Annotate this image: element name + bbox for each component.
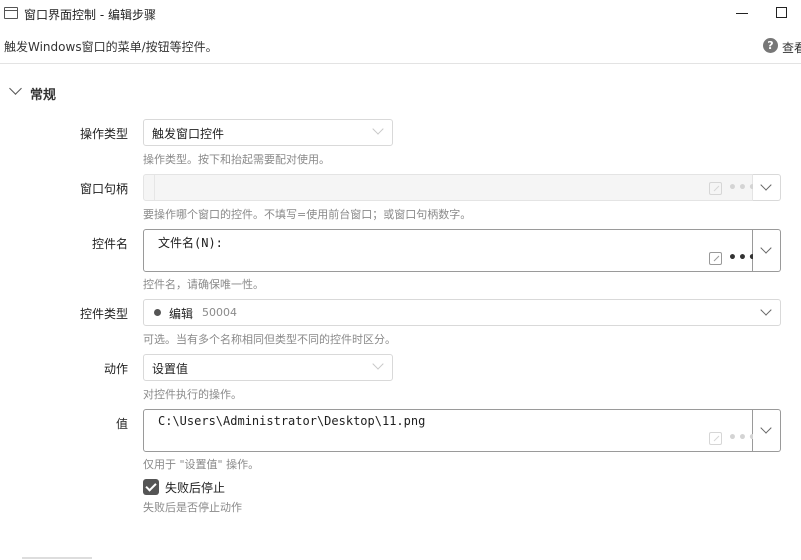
page-description: 触发Windows窗口的菜单/按钮等控件。 [4,40,218,54]
value-input[interactable]: C:\Users\Administrator\Desktop\11.png ••… [143,409,757,452]
chevron-down-icon [760,242,772,254]
window-handle-hint: 要操作哪个窗口的控件。不填写=使用前台窗口；或窗口句柄数字。 [143,208,472,221]
expand-editor-icon[interactable] [709,252,722,265]
expand-editor-icon[interactable] [709,432,722,445]
window-handle-input[interactable]: ••• [143,174,757,201]
control-name-value: 文件名(N): [158,236,223,250]
control-name-hint: 控件名，请确保唯一性。 [143,278,264,291]
operation-type-hint: 操作类型。按下和抬起需要配对使用。 [143,153,330,166]
action-hint: 对控件执行的操作。 [143,388,242,401]
title-bar: 窗口界面控制 - 编辑步骤 [0,0,801,30]
operation-type-value: 触发窗口控件 [152,127,225,141]
value-hint: 仅用于 "设置值" 操作。 [143,458,260,471]
control-name-label: 控件名 [91,237,128,251]
header-divider [0,63,801,64]
control-type-value: 编辑 [169,307,194,321]
input-left-border [154,175,155,200]
action-select[interactable]: 设置值 [143,354,393,381]
expand-editor-icon[interactable] [709,182,722,195]
minimize-icon[interactable] [735,6,749,20]
maximize-icon[interactable] [776,7,787,18]
control-type-select[interactable]: 编辑 50004 [143,299,781,326]
chevron-down-icon [760,304,772,316]
stop-on-fail-checkbox[interactable] [143,479,159,495]
section-collapse-chevron-icon[interactable] [9,82,22,95]
value-dropdown-button[interactable] [753,409,781,452]
control-name-dropdown-button[interactable] [753,229,781,272]
window-app-icon [4,7,18,19]
window-title: 窗口界面控制 - 编辑步骤 [24,8,156,22]
help-icon[interactable]: ? [763,38,778,53]
window-handle-label: 窗口句柄 [79,182,128,196]
chevron-down-icon [372,358,384,370]
stop-on-fail-label[interactable]: 失败后停止 [165,479,225,496]
chevron-down-icon [760,179,772,191]
chevron-down-icon [760,422,772,434]
control-type-dot-icon [154,309,161,316]
section-title-general[interactable]: 常规 [30,84,56,103]
action-value: 设置值 [152,362,189,376]
window-handle-dropdown-button[interactable] [753,174,781,201]
help-link[interactable]: 查看 [782,39,801,56]
control-name-input[interactable]: 文件名(N): ••• [143,229,757,272]
value-label: 值 [115,417,128,431]
operation-type-select[interactable]: 触发窗口控件 [143,119,393,146]
operation-type-label: 操作类型 [79,127,128,141]
control-type-label: 控件类型 [79,307,128,321]
next-section-header-partial [22,553,102,560]
control-type-code: 50004 [202,306,237,319]
control-type-hint: 可选。当有多个名称相同但类型不同的控件时区分。 [143,333,396,346]
action-label: 动作 [103,362,128,376]
stop-on-fail-hint: 失败后是否停止动作 [143,501,242,514]
chevron-down-icon [372,123,384,135]
value-text: C:\Users\Administrator\Desktop\11.png [158,414,426,428]
